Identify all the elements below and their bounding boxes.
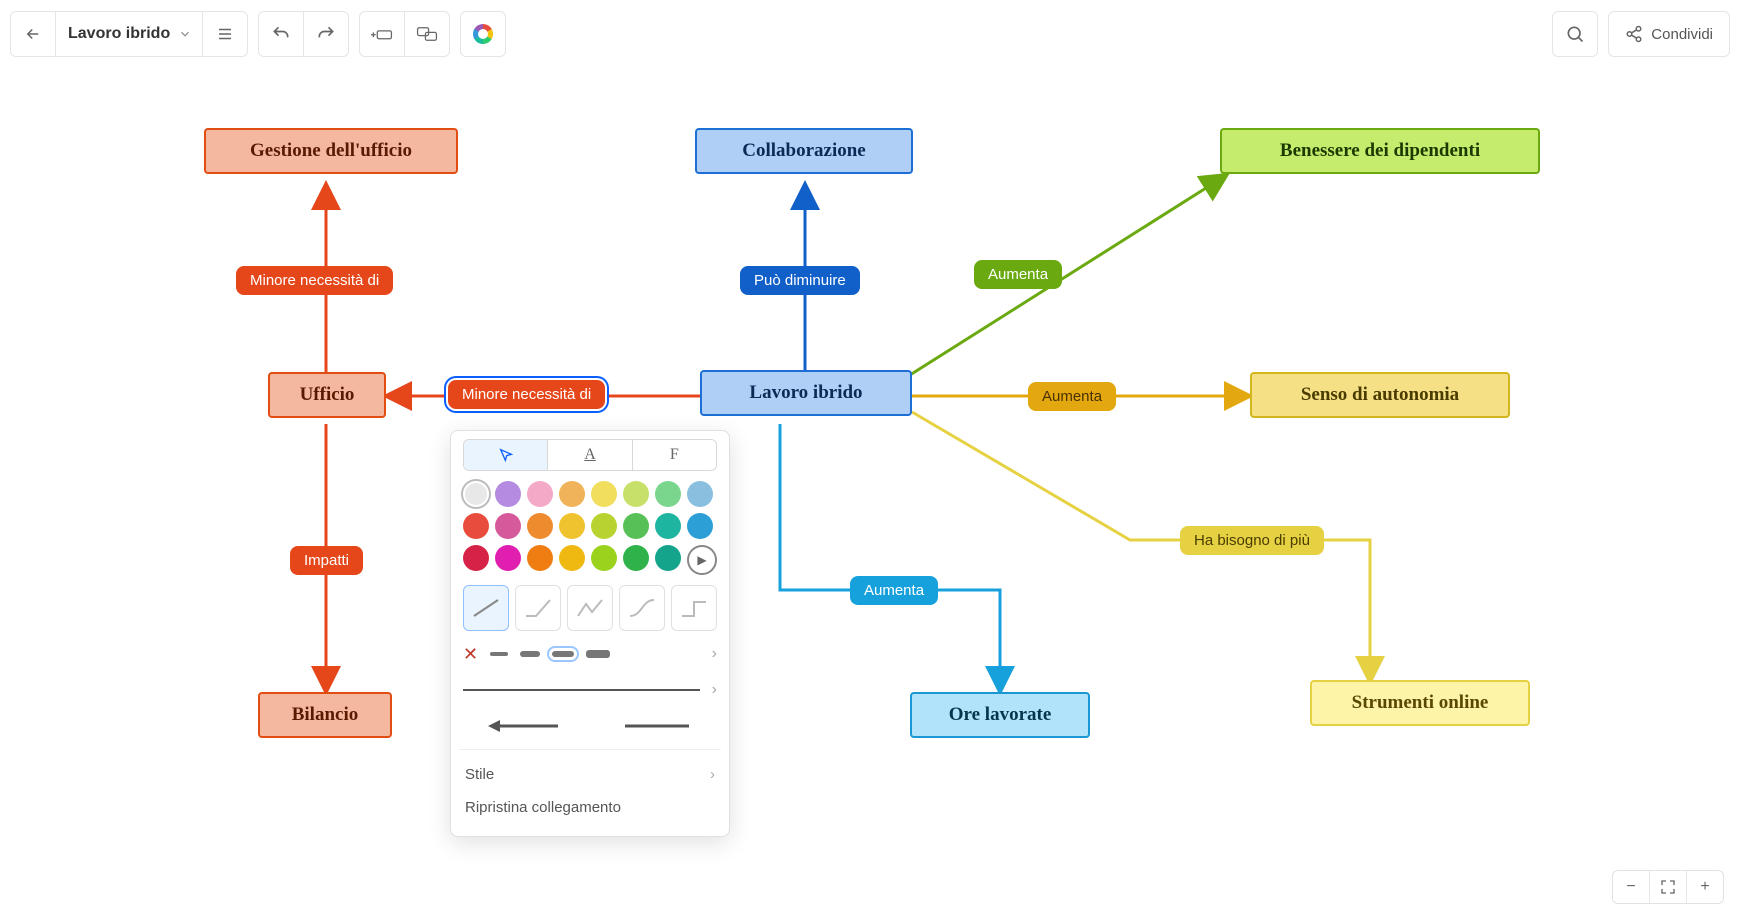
- color-swatch[interactable]: [463, 481, 489, 507]
- edge-label-increases-3[interactable]: Aumenta: [850, 576, 938, 605]
- color-swatch[interactable]: [559, 513, 585, 539]
- color-swatch[interactable]: [687, 513, 713, 539]
- color-swatch[interactable]: [623, 513, 649, 539]
- color-swatch[interactable]: [591, 481, 617, 507]
- color-swatch[interactable]: [495, 513, 521, 539]
- color-swatch[interactable]: [463, 545, 489, 571]
- edge-label-impacts[interactable]: Impatti: [290, 546, 363, 575]
- zoom-controls: − +: [1612, 870, 1724, 904]
- color-swatch[interactable]: [559, 481, 585, 507]
- node-center[interactable]: Lavoro ibrido: [700, 370, 912, 416]
- thickness-row: ✕ ›: [463, 639, 717, 669]
- node-office[interactable]: Ufficio: [268, 372, 386, 418]
- color-swatch[interactable]: [591, 545, 617, 571]
- line-step-icon: [678, 596, 710, 620]
- arrow-none[interactable]: [621, 719, 693, 733]
- arrow-start[interactable]: [488, 719, 560, 733]
- zoom-in-button[interactable]: +: [1686, 871, 1723, 903]
- thickness-more[interactable]: ›: [712, 645, 717, 663]
- color-swatch[interactable]: [655, 545, 681, 571]
- line-curve-icon: [626, 596, 658, 620]
- color-swatches: ▶: [463, 481, 717, 575]
- weight-more[interactable]: ›: [712, 681, 717, 699]
- tab-cursor[interactable]: [464, 440, 547, 470]
- color-swatch[interactable]: [687, 481, 713, 507]
- node-tools[interactable]: Strumenti online: [1310, 680, 1530, 726]
- edge-label-less-need-1[interactable]: Minore necessità di: [236, 266, 393, 295]
- node-collab[interactable]: Collaborazione: [695, 128, 913, 174]
- line-step[interactable]: [671, 585, 717, 631]
- color-swatch[interactable]: [527, 545, 553, 571]
- edge-label-less-need-2[interactable]: Minore necessità di: [448, 380, 605, 409]
- mindmap-canvas[interactable]: Lavoro ibrido Gestione dell'ufficio Uffi…: [0, 0, 1740, 920]
- fit-screen-button[interactable]: [1649, 871, 1686, 903]
- none-icon[interactable]: ✕: [463, 644, 478, 665]
- line-shape-row: [463, 585, 717, 631]
- thickness-2[interactable]: [520, 651, 540, 657]
- color-swatch[interactable]: [463, 513, 489, 539]
- color-swatch[interactable]: [559, 545, 585, 571]
- zoom-out-button[interactable]: −: [1613, 871, 1649, 903]
- color-swatch[interactable]: [655, 513, 681, 539]
- tab-font[interactable]: F: [632, 440, 716, 470]
- node-autonomy[interactable]: Senso di autonomia: [1250, 372, 1510, 418]
- color-swatch[interactable]: [591, 513, 617, 539]
- color-swatch[interactable]: [495, 481, 521, 507]
- line-curve[interactable]: [619, 585, 665, 631]
- node-office-mgmt[interactable]: Gestione dell'ufficio: [204, 128, 458, 174]
- color-swatch[interactable]: ▶: [687, 545, 717, 575]
- color-swatch[interactable]: [495, 545, 521, 571]
- style-menu[interactable]: Stile›: [463, 758, 717, 791]
- edge-label-increases-1[interactable]: Aumenta: [974, 260, 1062, 289]
- fit-screen-icon: [1660, 879, 1676, 895]
- thickness-4[interactable]: [586, 650, 610, 658]
- cursor-icon: [498, 447, 514, 463]
- node-budget[interactable]: Bilancio: [258, 692, 392, 738]
- thickness-3[interactable]: [552, 651, 574, 657]
- edge-label-needs-more[interactable]: Ha bisogno di più: [1180, 526, 1324, 555]
- color-swatch[interactable]: [623, 545, 649, 571]
- weight-row: ›: [463, 675, 717, 705]
- style-popover: A F ▶ ✕ › › Stile›: [450, 430, 730, 837]
- line-angle[interactable]: [515, 585, 561, 631]
- edge-label-can-decrease[interactable]: Può diminuire: [740, 266, 860, 295]
- line-straight-icon: [470, 596, 502, 620]
- color-swatch[interactable]: [527, 481, 553, 507]
- line-straight[interactable]: [463, 585, 509, 631]
- color-swatch[interactable]: [527, 513, 553, 539]
- thickness-1[interactable]: [490, 652, 508, 656]
- node-hours[interactable]: Ore lavorate: [910, 692, 1090, 738]
- edge-label-increases-2[interactable]: Aumenta: [1028, 382, 1116, 411]
- color-swatch[interactable]: [623, 481, 649, 507]
- node-wellbeing[interactable]: Benessere dei dipendenti: [1220, 128, 1540, 174]
- tab-text[interactable]: A: [547, 440, 631, 470]
- reset-link-menu[interactable]: Ripristina collegamento: [463, 791, 717, 824]
- color-swatch[interactable]: [655, 481, 681, 507]
- arrow-row: [463, 711, 717, 741]
- line-zigzag-icon: [574, 596, 606, 620]
- popover-tabs: A F: [463, 439, 717, 471]
- line-zigzag[interactable]: [567, 585, 613, 631]
- line-angle-icon: [522, 596, 554, 620]
- weight-sample[interactable]: [463, 689, 700, 691]
